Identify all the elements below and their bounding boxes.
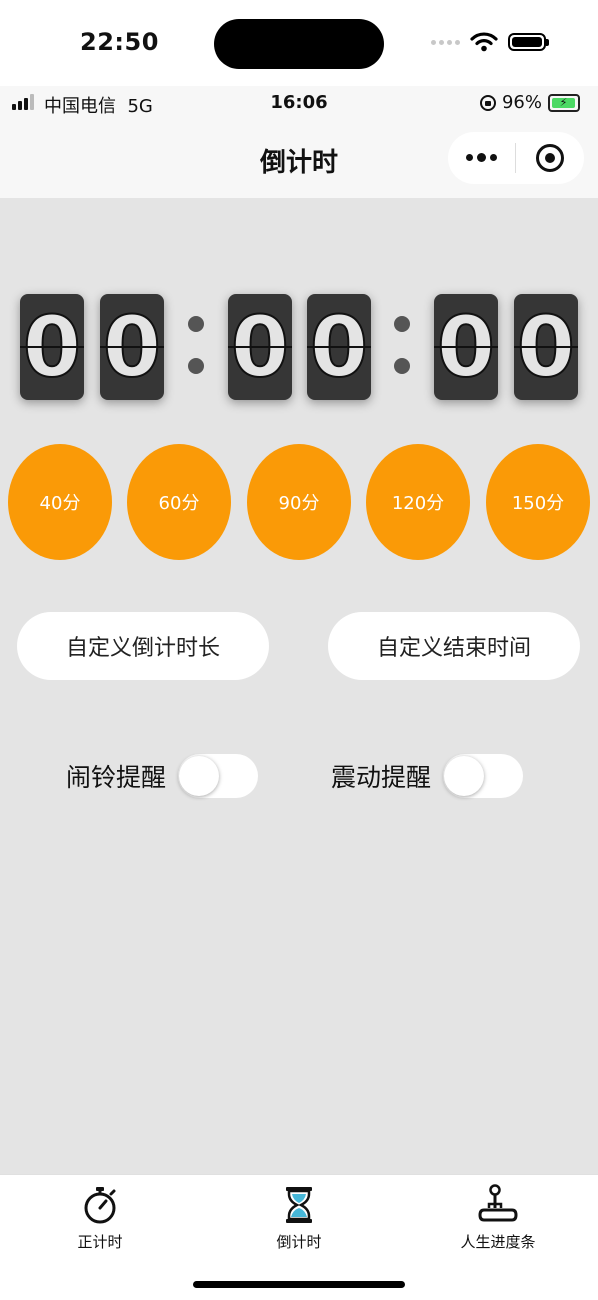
battery-percent: 96% bbox=[501, 92, 542, 113]
charging-battery-icon: ⚡ bbox=[548, 93, 580, 112]
device-time: 22:50 bbox=[80, 28, 159, 56]
hourglass-icon bbox=[286, 1187, 312, 1223]
preset-60min-button[interactable]: 60分 bbox=[127, 444, 231, 560]
custom-end-time-button[interactable]: 自定义结束时间 bbox=[328, 612, 580, 680]
seconds-tens-digit: 0 bbox=[434, 294, 498, 400]
joystick-icon bbox=[478, 1184, 518, 1222]
wifi-icon bbox=[470, 32, 498, 52]
main-content: 0 0 0 0 0 0 40分 60分 90分 120分 150分 自定义倒计时… bbox=[0, 198, 598, 1174]
navigation-bar: 倒计时 bbox=[0, 120, 598, 198]
preset-90min-button[interactable]: 90分 bbox=[247, 444, 351, 560]
vibration-reminder-label: 震动提醒 bbox=[331, 763, 432, 792]
tab-life-progress-label: 人生进度条 bbox=[460, 1233, 536, 1251]
hours-ones-digit: 0 bbox=[100, 294, 164, 400]
screen-status-bar: 中国电信 5G 16:06 96% ⚡ bbox=[0, 86, 598, 120]
tab-countdown[interactable]: 倒计时 bbox=[229, 1183, 369, 1259]
preset-150min-button[interactable]: 150分 bbox=[486, 444, 590, 560]
minutes-tens-digit: 0 bbox=[228, 294, 292, 400]
stopwatch-icon bbox=[84, 1187, 116, 1224]
close-mini-program-button[interactable] bbox=[516, 144, 583, 172]
vibration-reminder-row: 震动提醒 bbox=[331, 754, 524, 798]
flip-clock: 0 0 0 0 0 0 bbox=[0, 294, 598, 402]
colon-separator bbox=[394, 316, 410, 378]
device-status-icons bbox=[431, 32, 549, 52]
dynamic-island bbox=[214, 19, 384, 69]
battery-icon bbox=[508, 33, 549, 51]
alarm-reminder-switch[interactable] bbox=[178, 754, 259, 798]
mini-program-capsule bbox=[448, 132, 584, 184]
custom-duration-button[interactable]: 自定义倒计时长 bbox=[17, 612, 269, 680]
hours-tens-digit: 0 bbox=[20, 294, 84, 400]
seconds-ones-digit: 0 bbox=[514, 294, 578, 400]
preset-40min-button[interactable]: 40分 bbox=[8, 444, 112, 560]
tab-countdown-label: 倒计时 bbox=[276, 1233, 322, 1251]
tab-life-progress[interactable]: 人生进度条 bbox=[428, 1183, 568, 1259]
preset-120min-button[interactable]: 120分 bbox=[366, 444, 470, 560]
tab-stopwatch[interactable]: 正计时 bbox=[30, 1183, 170, 1259]
orientation-lock-icon bbox=[479, 94, 496, 111]
alarm-reminder-row: 闹铃提醒 bbox=[66, 754, 259, 798]
alarm-reminder-label: 闹铃提醒 bbox=[66, 763, 167, 792]
device-status-bar: 22:50 bbox=[0, 0, 598, 86]
colon-separator bbox=[188, 316, 204, 378]
signal-dots-icon bbox=[431, 39, 460, 45]
vibration-reminder-switch[interactable] bbox=[443, 754, 524, 798]
screen-status-icons: 96% ⚡ bbox=[479, 92, 580, 113]
tab-stopwatch-label: 正计时 bbox=[77, 1233, 123, 1251]
home-indicator bbox=[193, 1281, 405, 1288]
target-icon bbox=[535, 144, 564, 172]
more-options-button[interactable] bbox=[448, 153, 515, 162]
minutes-ones-digit: 0 bbox=[307, 294, 371, 400]
preset-durations: 40分 60分 90分 120分 150分 bbox=[0, 444, 598, 560]
